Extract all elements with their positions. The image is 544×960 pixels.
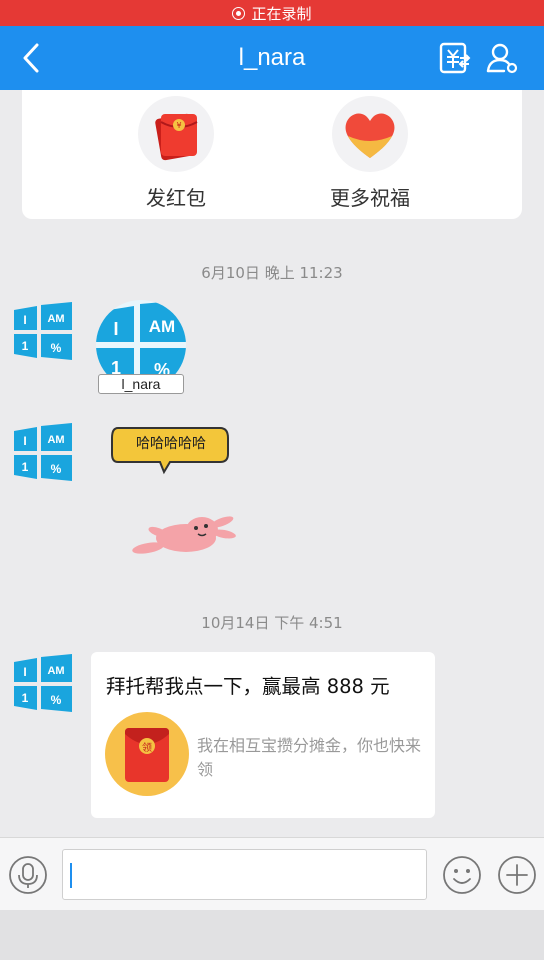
svg-text:1: 1 xyxy=(22,460,29,474)
svg-text:I: I xyxy=(23,313,26,327)
bubble-description: 我在相互宝攒分摊金，你也快来领 xyxy=(197,736,422,779)
svg-text:AM: AM xyxy=(47,434,64,446)
svg-text:%: % xyxy=(51,462,62,476)
message-text-field[interactable] xyxy=(62,849,427,900)
transfer-button[interactable] xyxy=(436,40,472,76)
svg-text:I: I xyxy=(113,319,118,339)
windows-logo-icon: I AM 1 % xyxy=(14,654,72,712)
yuan-transfer-icon xyxy=(439,42,471,74)
svg-text:AM: AM xyxy=(47,313,64,325)
svg-text:I: I xyxy=(23,434,26,448)
send-red-packet-button[interactable]: ¥ 发红包 xyxy=(106,96,246,211)
keyboard-placeholder-area xyxy=(0,910,544,960)
recording-status-bar: 正在录制 xyxy=(0,0,544,26)
svg-text:I: I xyxy=(23,665,26,679)
heart-icon xyxy=(332,96,408,172)
sticker-message[interactable]: 哈哈哈哈哈 xyxy=(104,418,254,568)
more-blessings-label: 更多祝福 xyxy=(330,186,410,210)
pink-rabbit-icon xyxy=(132,516,236,554)
svg-text:¥: ¥ xyxy=(176,121,181,130)
microphone-icon xyxy=(9,856,47,894)
plus-icon xyxy=(498,856,536,894)
svg-text:AM: AM xyxy=(47,665,64,677)
contact-card-name: l_nara xyxy=(98,374,184,394)
nav-bar: l_nara xyxy=(0,26,544,90)
contact-avatar[interactable]: I AM 1 % xyxy=(14,423,72,481)
packet-glyph: 领 xyxy=(142,743,152,754)
svg-text:AM: AM xyxy=(149,317,175,336)
more-options-button[interactable] xyxy=(497,855,537,895)
text-caret xyxy=(70,863,72,888)
svg-text:1: 1 xyxy=(22,339,29,353)
emoji-button[interactable] xyxy=(442,855,482,895)
red-packet-icon: ¥ xyxy=(138,96,214,172)
contact-card-message[interactable]: I AM 1 % l_nara xyxy=(96,300,186,396)
quick-actions-card: ¥ 发红包 更多祝福 xyxy=(22,90,522,219)
message-timestamp: 6月10日 晚上 11:23 xyxy=(201,264,343,282)
contact-avatar[interactable]: I AM 1 % xyxy=(14,654,72,712)
person-icon xyxy=(486,43,518,74)
smiley-icon xyxy=(443,856,481,894)
bubble-title: 拜托帮我点一下，赢最高 888 元 xyxy=(106,675,390,698)
contact-avatar[interactable]: I AM 1 % xyxy=(14,302,72,360)
svg-text:1: 1 xyxy=(22,691,29,705)
sticker-text: 哈哈哈哈哈 xyxy=(136,436,206,452)
red-envelope-icon: 领 xyxy=(105,712,189,796)
svg-text:%: % xyxy=(51,693,62,707)
message-input-bar xyxy=(0,837,544,910)
windows-logo-icon: I AM 1 % xyxy=(14,423,72,481)
windows-logo-icon: I AM 1 % xyxy=(14,302,72,360)
red-packet-label: 发红包 xyxy=(146,186,206,210)
svg-text:%: % xyxy=(51,341,62,355)
message-timestamp: 10月14日 下午 4:51 xyxy=(201,614,343,632)
profile-button[interactable] xyxy=(484,40,520,76)
record-dot-icon xyxy=(232,6,246,20)
more-blessings-button[interactable]: 更多祝福 xyxy=(300,96,440,211)
share-link-bubble[interactable]: 拜托帮我点一下，赢最高 888 元 领 我在相互宝攒分摊金，你也快来领 xyxy=(91,652,435,818)
recording-label: 正在录制 xyxy=(251,4,312,23)
voice-button[interactable] xyxy=(8,855,48,895)
